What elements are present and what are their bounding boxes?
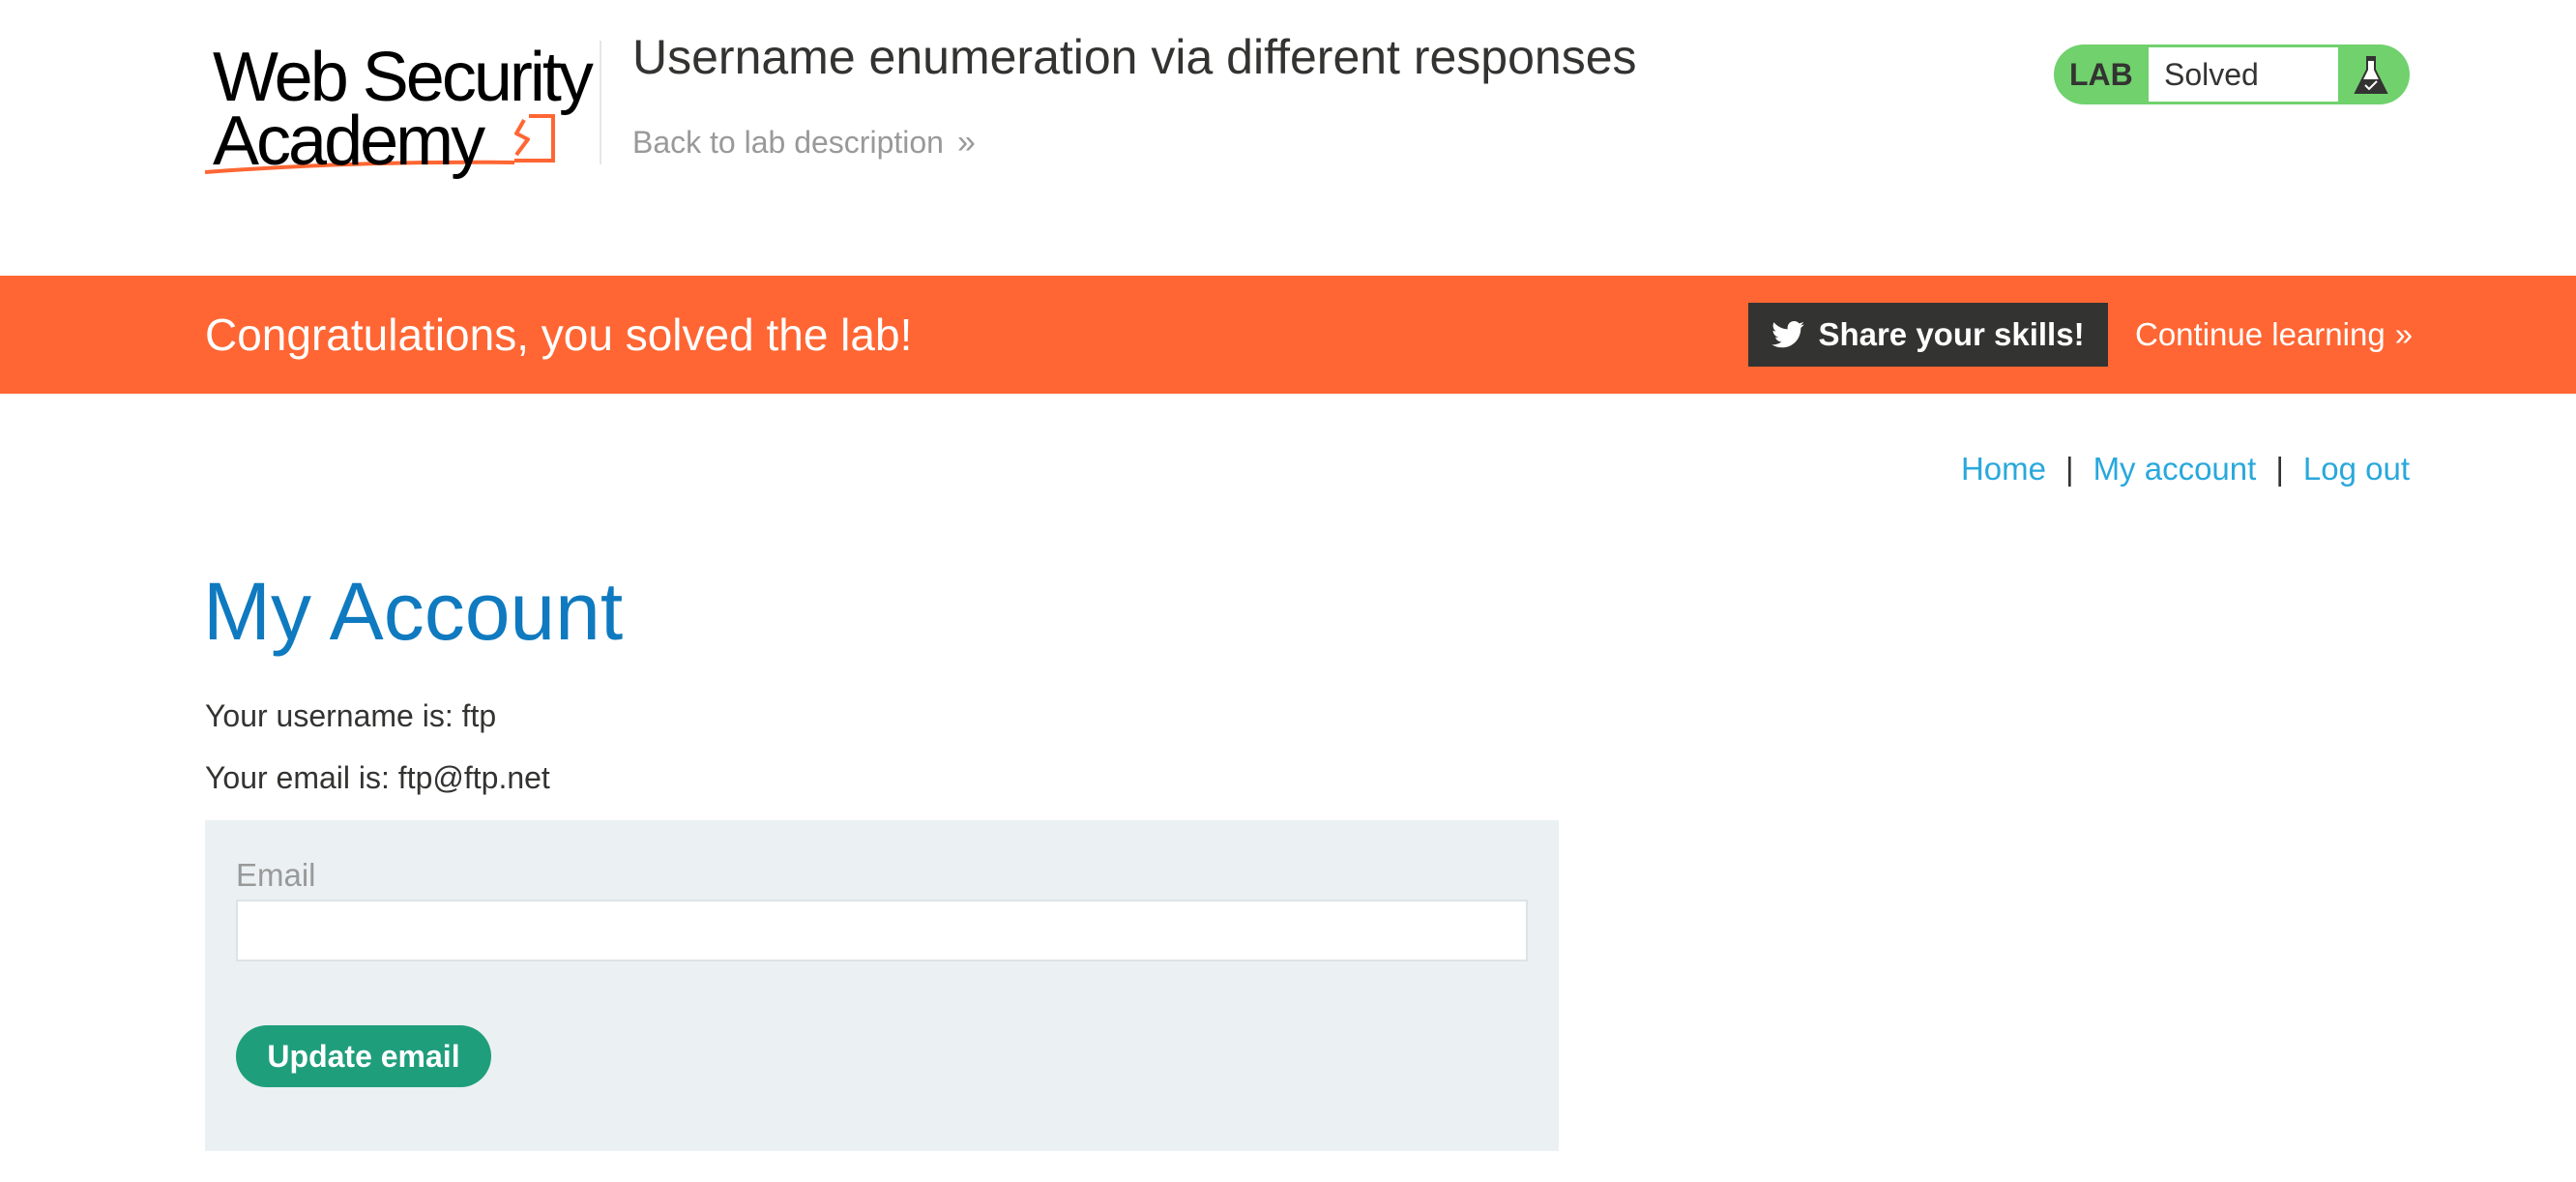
title-divider: [600, 41, 601, 164]
banner-message: Congratulations, you solved the lab!: [205, 310, 913, 360]
chevron-right-icon: »: [956, 124, 976, 161]
back-link-label: Back to lab description: [632, 125, 944, 160]
top-nav-links: Home | My account | Log out: [1961, 451, 2410, 488]
my-account-link[interactable]: My account: [2093, 451, 2257, 488]
email-field-label: Email: [236, 857, 316, 893]
email-info: Your email is: ftp@ftp.net: [205, 760, 550, 795]
page-title: My Account: [203, 566, 624, 657]
lab-solved-banner: Congratulations, you solved the lab! Sha…: [0, 276, 2576, 394]
lab-title: Username enumeration via different respo…: [632, 30, 1637, 84]
flask-icon: [2354, 56, 2388, 94]
lab-tag: LAB: [2069, 57, 2133, 92]
lab-header: Web Security Academy Username enumeratio…: [0, 0, 2576, 276]
username-info: Your username is: ftp: [205, 698, 497, 733]
home-link[interactable]: Home: [1961, 451, 2046, 488]
nav-separator: |: [2064, 451, 2074, 487]
chevron-right-icon: »: [2394, 316, 2414, 352]
update-email-button[interactable]: Update email: [236, 1025, 491, 1087]
lab-status-widget: LAB Solved: [2054, 44, 2410, 104]
share-your-skills-button[interactable]: Share your skills!: [1748, 303, 2108, 367]
back-to-lab-description-link[interactable]: Back to lab description »: [632, 124, 976, 162]
continue-learning-label: Continue learning: [2135, 316, 2386, 352]
logo-text-line2: Academy: [213, 103, 485, 180]
email-field[interactable]: [236, 900, 1528, 961]
page: Web Security Academy Username enumeratio…: [0, 0, 2576, 1182]
nav-separator: |: [2275, 451, 2284, 487]
twitter-icon: [1771, 321, 1805, 348]
lab-status-value: Solved: [2149, 47, 2338, 102]
web-security-academy-logo[interactable]: Web Security Academy: [205, 37, 597, 182]
change-email-form: Email Update email: [205, 820, 1559, 1151]
share-button-label: Share your skills!: [1818, 316, 2085, 352]
continue-learning-link[interactable]: Continue learning»: [2135, 276, 2414, 394]
log-out-link[interactable]: Log out: [2303, 451, 2410, 488]
